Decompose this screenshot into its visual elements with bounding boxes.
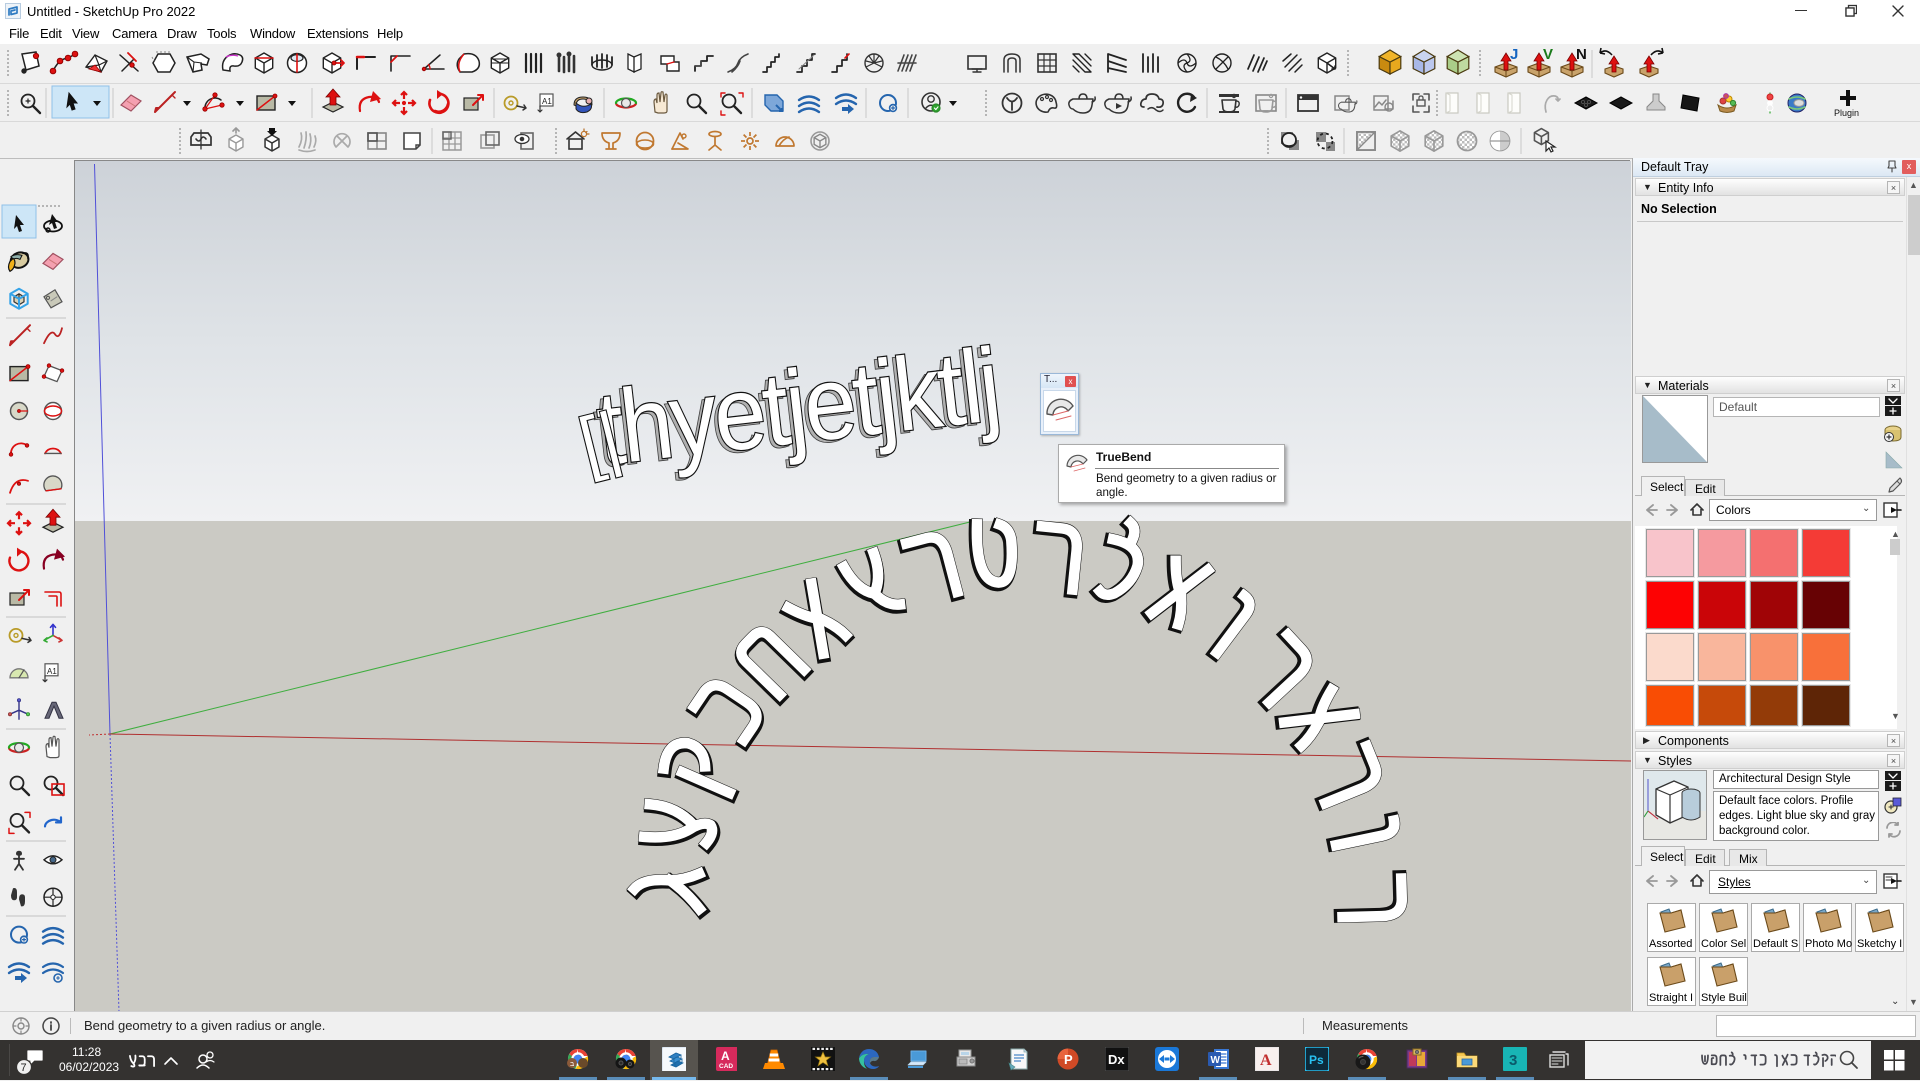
svg-text:J: J xyxy=(1510,46,1518,63)
svg-text:3: 3 xyxy=(1509,1052,1517,1069)
svg-text:A: A xyxy=(721,1049,730,1063)
svg-text:A1: A1 xyxy=(47,667,57,676)
svg-text:W: W xyxy=(1211,1055,1221,1066)
svg-text:A1: A1 xyxy=(542,97,552,106)
svg-text:Dx: Dx xyxy=(1108,1052,1125,1067)
svg-text:N: N xyxy=(1576,46,1587,63)
svg-text:7: 7 xyxy=(21,1062,27,1074)
svg-text:ב: ב xyxy=(570,1061,574,1068)
svg-text:Plugin: Plugin xyxy=(1834,108,1859,118)
svg-text:Ps: Ps xyxy=(1309,1053,1324,1067)
svg-text:V: V xyxy=(1543,46,1553,63)
svg-text:P: P xyxy=(1064,1052,1073,1067)
svg-text:CAD: CAD xyxy=(719,1063,733,1070)
svg-text:A: A xyxy=(1260,1052,1272,1069)
